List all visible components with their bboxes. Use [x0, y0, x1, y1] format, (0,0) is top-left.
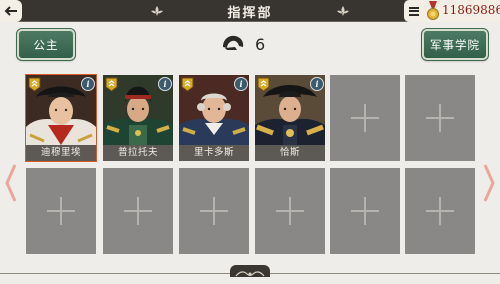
fleur-ornament-icon	[337, 6, 349, 16]
empty-slot[interactable]	[26, 168, 96, 254]
empty-slot[interactable]	[330, 75, 400, 161]
arrow-right-icon[interactable]	[483, 163, 495, 203]
general-card[interactable]: i 普拉托夫	[103, 75, 173, 161]
gold-panel: 118698869	[424, 0, 500, 22]
empty-slot[interactable]	[330, 168, 400, 254]
info-icon[interactable]: i	[158, 77, 172, 91]
helmet-icon	[223, 35, 244, 50]
general-name: 恰斯	[255, 145, 325, 161]
general-name: 迪穆里埃	[26, 145, 96, 161]
empty-slot[interactable]	[255, 168, 325, 254]
rank-badge-icon	[257, 77, 270, 92]
info-icon[interactable]: i	[81, 77, 95, 91]
rank-badge-icon	[105, 77, 118, 92]
princess-button[interactable]: 公主	[16, 28, 76, 61]
menu-button[interactable]	[404, 0, 424, 22]
rank-badge-icon	[28, 77, 41, 92]
military-academy-button[interactable]: 军事学院	[421, 28, 489, 61]
general-card[interactable]: i 里卡多斯	[179, 75, 249, 161]
arrow-left-icon[interactable]	[5, 163, 17, 203]
empty-slot[interactable]	[103, 168, 173, 254]
general-card[interactable]: i 恰斯	[255, 75, 325, 161]
princess-button-label: 公主	[33, 37, 59, 52]
gold-amount: 118698869	[442, 3, 500, 17]
general-count: 6	[255, 35, 266, 54]
scroll-ornament-icon	[235, 271, 265, 277]
empty-slot[interactable]	[405, 75, 475, 161]
info-icon[interactable]: i	[310, 77, 324, 91]
top-bar: 指挥部 118698869	[0, 0, 500, 22]
general-card[interactable]: i 迪穆里埃	[25, 74, 97, 162]
general-name: 普拉托夫	[103, 145, 173, 161]
general-grid: i 迪穆里埃 i 普拉托夫 i 里卡多斯 i 恰斯	[23, 72, 475, 262]
gold-medal-icon	[427, 1, 439, 20]
info-icon[interactable]: i	[234, 77, 248, 91]
empty-slot[interactable]	[405, 168, 475, 254]
menu-icon	[409, 5, 419, 17]
general-name: 里卡多斯	[179, 145, 249, 161]
empty-slot[interactable]	[179, 168, 249, 254]
rank-badge-icon	[181, 77, 194, 92]
military-academy-button-label: 军事学院	[430, 37, 480, 52]
bottom-ornament	[230, 265, 270, 277]
